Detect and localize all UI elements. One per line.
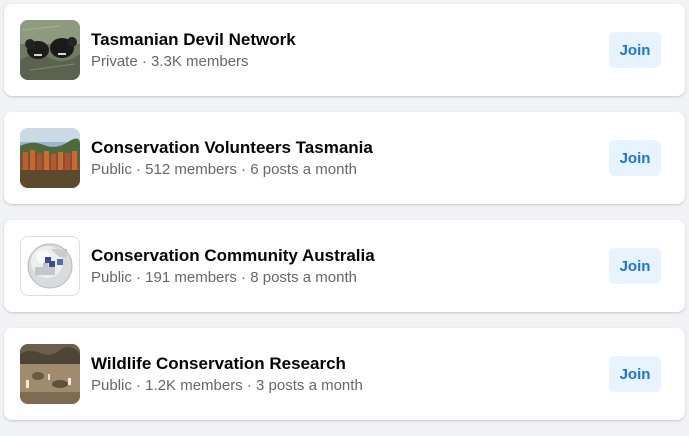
group-info: Wildlife Conservation Research Public · … bbox=[91, 354, 363, 396]
group-info: Tasmanian Devil Network Private · 3.3K m… bbox=[91, 30, 296, 72]
group-card-conservation-community-australia[interactable]: Conservation Community Australia Public … bbox=[4, 220, 685, 312]
group-name[interactable]: Conservation Community Australia bbox=[91, 246, 375, 266]
group-meta: Public · 191 members · 8 posts a month bbox=[91, 269, 357, 286]
group-thumbnail[interactable] bbox=[20, 128, 80, 188]
group-thumbnail[interactable] bbox=[20, 236, 80, 296]
wildlife-landscape-photo bbox=[20, 344, 80, 404]
group-thumbnail[interactable] bbox=[20, 344, 80, 404]
volunteers-group-photo bbox=[20, 128, 80, 188]
group-name[interactable]: Conservation Volunteers Tasmania bbox=[91, 138, 373, 158]
join-button[interactable]: Join bbox=[609, 140, 661, 176]
group-thumbnail[interactable] bbox=[20, 20, 80, 80]
group-meta: Private · 3.3K members bbox=[91, 53, 249, 70]
group-card-wildlife-conservation-research[interactable]: Wildlife Conservation Research Public · … bbox=[4, 328, 685, 420]
group-suggestions-list: Tasmanian Devil Network Private · 3.3K m… bbox=[4, 4, 685, 436]
group-info: Conservation Volunteers Tasmania Public … bbox=[91, 138, 373, 180]
group-name[interactable]: Tasmanian Devil Network bbox=[91, 30, 296, 50]
group-name[interactable]: Wildlife Conservation Research bbox=[91, 354, 363, 374]
group-info: Conservation Community Australia Public … bbox=[91, 246, 375, 288]
group-card-tasmanian-devil-network[interactable]: Tasmanian Devil Network Private · 3.3K m… bbox=[4, 4, 685, 96]
tasmanian-devil-photo bbox=[20, 20, 80, 80]
join-button[interactable]: Join bbox=[609, 32, 661, 68]
group-meta: Public · 512 members · 6 posts a month bbox=[91, 161, 357, 178]
group-meta: Public · 1.2K members · 3 posts a month bbox=[91, 377, 363, 394]
puzzle-globe-logo bbox=[21, 237, 79, 295]
join-button[interactable]: Join bbox=[609, 356, 661, 392]
group-card-conservation-volunteers-tasmania[interactable]: Conservation Volunteers Tasmania Public … bbox=[4, 112, 685, 204]
join-button[interactable]: Join bbox=[609, 248, 661, 284]
